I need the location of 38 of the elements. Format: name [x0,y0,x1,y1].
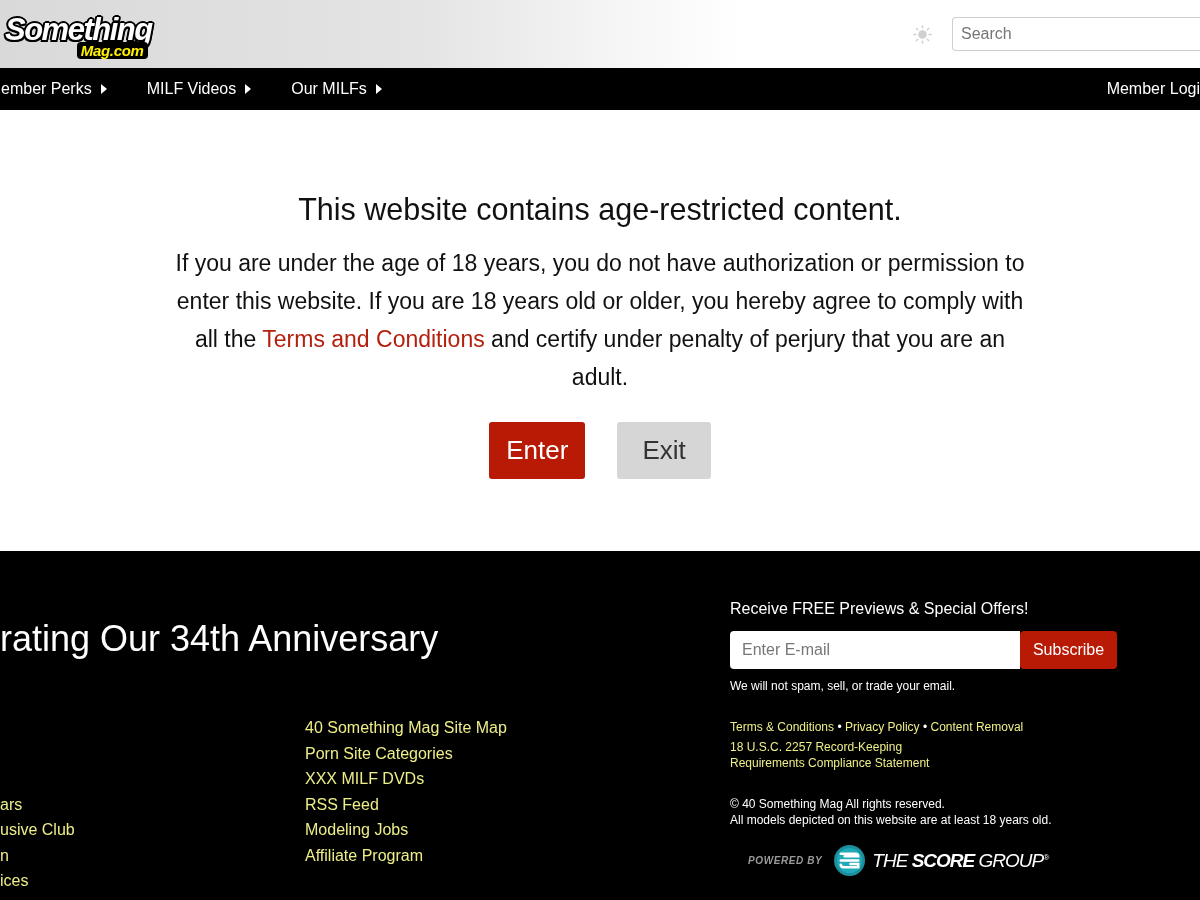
bullet-separator: • [837,720,842,734]
powered-by-label: POWERED BY [748,855,823,866]
footer-link[interactable]: Affiliate Program [305,842,423,868]
subscribe-button[interactable]: Subscribe [1020,631,1117,669]
brand-wordmark[interactable]: THE SCORE GROUP$^{®}$ [872,849,1049,872]
newsletter-note: We will not spam, sell, or trade your email. [730,678,956,694]
footer-link[interactable]: usive Club [0,817,75,843]
footer-link[interactable]: 40 Something Mag Site Map [305,715,507,741]
footer-link[interactable]: Modeling Jobs [305,817,409,843]
anniversary-heading: rating Our 34th Anniversary [0,617,440,661]
legal-link[interactable]: Content Removal [930,720,1024,734]
copyright-text: All models depicted on this website are at least 18 years old. [730,812,1052,828]
nav-menu-item[interactable]: ember Perks [1,80,107,98]
footer-link[interactable]: Porn Site Categories [305,740,453,766]
footer-link[interactable]: ars [0,791,23,817]
footer-link[interactable]: XXX MILF DVDs [305,766,425,792]
nav-menu-item[interactable]: MILF Videos [146,80,252,98]
enter-button[interactable]: Enter [489,422,586,479]
legal-link[interactable]: Privacy Policy [844,720,920,734]
footer-link[interactable]: ices [0,868,29,894]
bullet-separator: • [922,720,928,734]
footer-link[interactable]: RSS Feed [305,791,379,817]
round-logo-icon [834,845,866,876]
login-link[interactable]: Member Logi [1106,80,1200,98]
footer-link[interactable]: n [0,842,9,868]
sun-icon[interactable] [913,24,932,44]
terms-link[interactable]: Terms and Conditions [262,326,485,352]
exit-button[interactable]: Exit [617,422,711,479]
nav-menu-item[interactable]: Our MILFs [291,80,382,98]
newsletter-heading: Receive FREE Previews & Special Offers! [730,599,1029,619]
age-notice-text: If you are under the age of 18 years, you do not have authorization or permission to enter this website. If you are 18 years old or older, you hereby agree to comply with all the Terms and Conditions and certify under penalty of perjury that you are an adult. [174,249,1026,392]
compliance-link[interactable]: 18 U.S.C. 2257 Record-Keeping Requirements Compliance Statement [730,739,950,771]
copyright-text: © 40 Something Mag All rights reserved. [730,796,946,812]
search-field[interactable]: Search [952,17,1200,51]
age-warning-heading: This website contains age-restricted content. [298,191,902,227]
logo-domain-text[interactable]: Mag.com [76,41,148,59]
legal-link[interactable]: Terms & Conditions [730,720,835,734]
email-field[interactable]: Enter E-mail [730,631,1020,669]
